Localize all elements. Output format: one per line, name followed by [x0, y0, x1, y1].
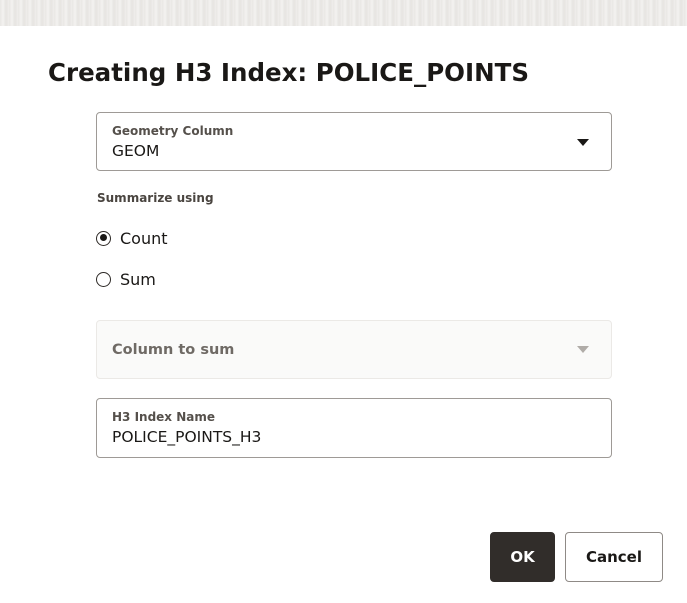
column-to-sum-placeholder: Column to sum: [112, 342, 235, 358]
background-window-strip: [0, 0, 687, 26]
ok-button[interactable]: OK: [490, 532, 555, 582]
radio-checked-icon[interactable]: [96, 230, 111, 246]
h3-index-name-label: H3 Index Name: [112, 410, 216, 424]
geometry-column-select[interactable]: Geometry Column GEOM: [96, 112, 612, 171]
geometry-column-label: Geometry Column: [112, 124, 234, 138]
summarize-using-label: Summarize using: [97, 191, 214, 205]
sum-option-label[interactable]: Sum: [120, 270, 156, 289]
h3-index-name-field[interactable]: H3 Index Name POLICE_POINTS_H3: [96, 398, 612, 458]
chevron-down-icon: [577, 346, 589, 353]
dialog-title: Creating H3 Index: POLICE_POINTS: [48, 58, 529, 87]
radio-unchecked-icon[interactable]: [96, 271, 111, 287]
summarize-count-option[interactable]: Count: [96, 227, 168, 249]
chevron-down-icon[interactable]: [577, 139, 589, 146]
create-h3-index-dialog: Creating H3 Index: POLICE_POINTS Geometr…: [0, 26, 687, 603]
summarize-sum-option[interactable]: Sum: [96, 268, 156, 290]
cancel-button[interactable]: Cancel: [565, 532, 663, 582]
column-to-sum-select: Column to sum: [96, 320, 612, 379]
count-option-label[interactable]: Count: [120, 229, 168, 248]
h3-index-name-input[interactable]: POLICE_POINTS_H3: [112, 428, 261, 446]
geometry-column-value: GEOM: [112, 142, 160, 160]
